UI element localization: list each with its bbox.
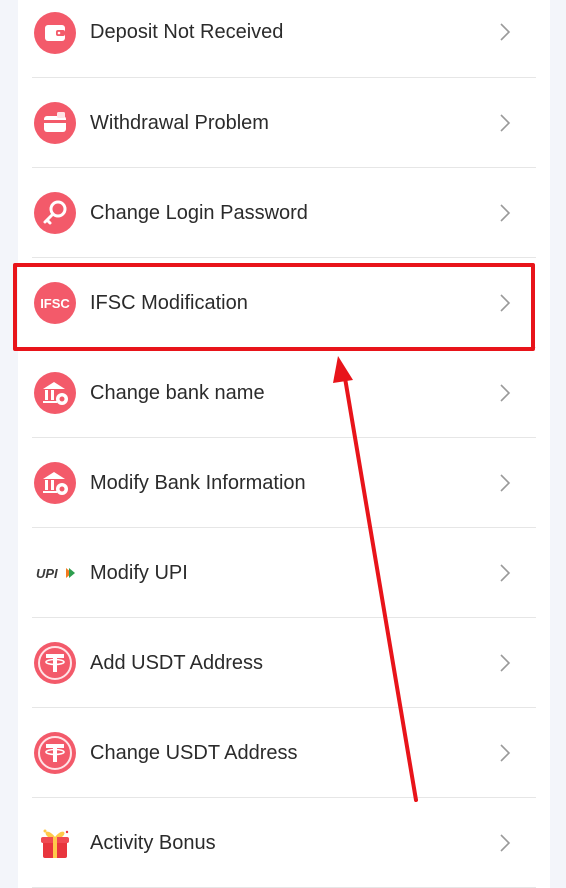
key-icon xyxy=(34,192,76,234)
chevron-right-icon xyxy=(500,834,511,852)
menu-item-label: Activity Bonus xyxy=(90,832,216,854)
menu-item-label: Change Login Password xyxy=(90,202,308,224)
menu-item-activity-bonus[interactable]: Activity Bonus xyxy=(32,798,536,888)
upi-logo-icon: UPI xyxy=(34,552,76,594)
chevron-right-icon xyxy=(500,204,511,222)
chevron-right-icon xyxy=(500,744,511,762)
menu-item-label: Modify Bank Information xyxy=(90,472,306,494)
menu-item-label: Add USDT Address xyxy=(90,652,264,674)
wallet-card-icon xyxy=(34,102,76,144)
bank-gear-icon xyxy=(34,462,76,504)
chevron-right-icon xyxy=(500,474,511,492)
menu-list: Deposit Not Received Withdrawal Problem … xyxy=(32,0,536,888)
chevron-right-icon xyxy=(500,654,511,672)
menu-item-withdrawal-problem[interactable]: Withdrawal Problem xyxy=(32,78,536,168)
chevron-right-icon xyxy=(500,23,511,41)
gift-icon xyxy=(34,822,76,864)
menu-item-add-usdt-address[interactable]: Add USDT Address xyxy=(32,618,536,708)
ifsc-badge-text: IFSC xyxy=(40,296,70,311)
menu-item-label: Modify UPI xyxy=(90,562,188,584)
chevron-right-icon xyxy=(500,114,511,132)
menu-item-modify-bank-information[interactable]: Modify Bank Information xyxy=(32,438,536,528)
menu-item-change-usdt-address[interactable]: Change USDT Address xyxy=(32,708,536,798)
upi-logo-text: UPI xyxy=(36,566,58,581)
bank-gear-icon xyxy=(34,372,76,414)
menu-item-ifsc-modification[interactable]: IFSC IFSC Modification xyxy=(32,258,536,348)
menu-item-change-bank-name[interactable]: Change bank name xyxy=(32,348,536,438)
menu-item-label: Deposit Not Received xyxy=(90,21,284,43)
tether-icon xyxy=(34,642,76,684)
chevron-right-icon xyxy=(500,294,511,312)
menu-item-label: Withdrawal Problem xyxy=(90,112,269,134)
tether-icon xyxy=(34,732,76,774)
menu-item-modify-upi[interactable]: UPI Modify UPI xyxy=(32,528,536,618)
ifsc-icon: IFSC xyxy=(34,282,76,324)
menu-item-label: Change bank name xyxy=(90,382,265,404)
menu-item-deposit-not-received[interactable]: Deposit Not Received xyxy=(32,0,536,78)
menu-item-label: IFSC Modification xyxy=(90,292,248,314)
chevron-right-icon xyxy=(500,564,511,582)
chevron-right-icon xyxy=(500,384,511,402)
menu-item-label: Change USDT Address xyxy=(90,742,298,764)
menu-item-change-login-password[interactable]: Change Login Password xyxy=(32,168,536,258)
wallet-icon xyxy=(34,12,76,54)
